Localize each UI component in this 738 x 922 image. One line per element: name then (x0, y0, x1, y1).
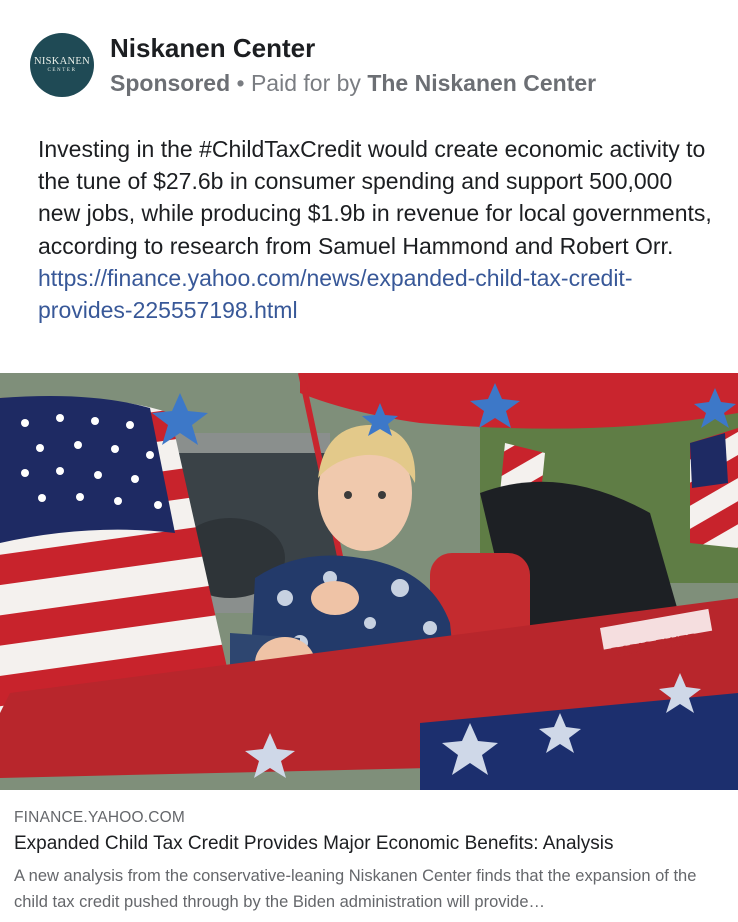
link-title[interactable]: Expanded Child Tax Credit Provides Major… (14, 833, 614, 855)
link-preview-card[interactable]: FINANCE.YAHOO.COM Expanded Child Tax Cre… (0, 790, 738, 922)
post-header: NISKANEN CENTER Niskanen Center Sponsore… (30, 30, 718, 100)
post-link[interactable]: https://finance.yahoo.com/news/expanded-… (38, 262, 718, 326)
page-name-link[interactable]: Niskanen Center (110, 32, 315, 64)
sponsored-label[interactable]: Sponsored (110, 70, 230, 96)
sponsored-line: Sponsored • Paid for by The Niskanen Cen… (110, 68, 596, 98)
page-avatar[interactable]: NISKANEN CENTER (30, 33, 94, 97)
avatar-logo-text: NISKANEN (33, 56, 91, 67)
post-body-text: Investing in the #ChildTaxCredit would c… (38, 136, 712, 259)
ad-image[interactable]: RADIO FLYER (0, 373, 738, 790)
separator-dot: • (236, 70, 245, 96)
link-domain: FINANCE.YAHOO.COM (14, 809, 186, 826)
payer-name: The Niskanen Center (367, 70, 597, 96)
paid-for-by-label: Paid for by (250, 70, 361, 96)
avatar-logo-subtext: CENTER (47, 68, 77, 73)
post-body: Investing in the #ChildTaxCredit would c… (38, 133, 718, 326)
post-link-line-1: https://finance.yahoo.com/news/expanded-… (38, 264, 633, 291)
link-description: A new analysis from the conservative-lea… (14, 867, 697, 911)
post-link-line-2: provides-225557198.html (38, 297, 298, 324)
